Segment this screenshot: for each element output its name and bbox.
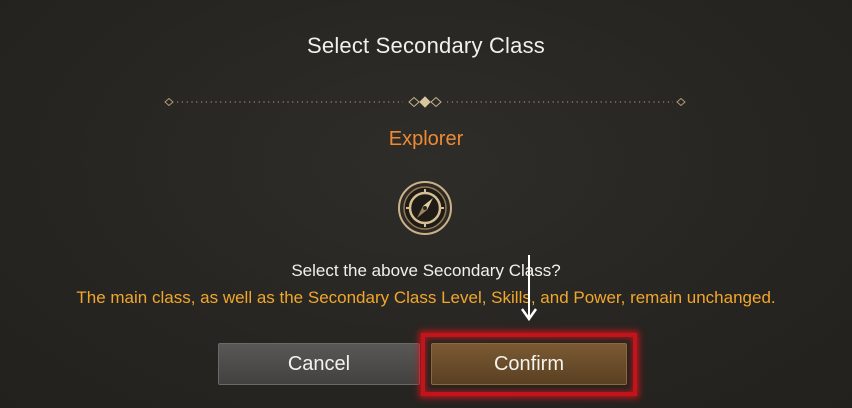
ornamental-divider (164, 96, 686, 108)
confirm-button[interactable]: Confirm (431, 343, 627, 385)
cancel-button[interactable]: Cancel (218, 343, 420, 385)
confirmation-question: Select the above Secondary Class? (291, 261, 561, 280)
secondary-class-name: Explorer (388, 128, 464, 150)
compass-icon (398, 181, 452, 235)
confirm-button-label: Confirm (493, 352, 564, 375)
dialog-title: Select Secondary Class (307, 33, 545, 58)
select-secondary-class-dialog: Select Secondary Class Explorer Select t… (0, 0, 852, 408)
cancel-button-label: Cancel (287, 352, 351, 375)
unchanged-notice: The main class, as well as the Secondary… (76, 288, 776, 307)
